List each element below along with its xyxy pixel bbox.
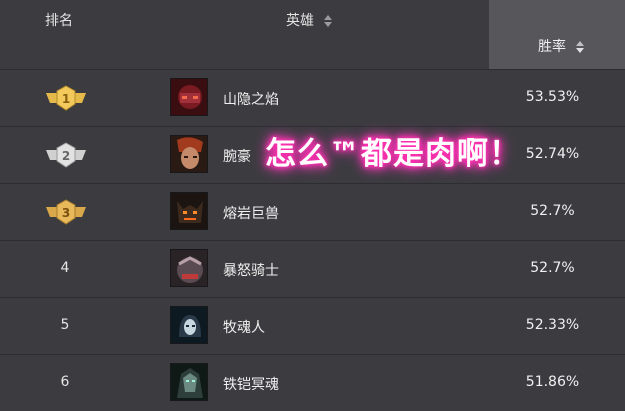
hero-name[interactable]: 腕豪 [223, 146, 251, 166]
rank-number: 4 [60, 260, 70, 276]
hero-name[interactable]: 暴怒骑士 [223, 260, 279, 280]
winrate-value: 53.53% [525, 89, 580, 105]
table-row[interactable]: 3 熔岩巨兽 52.7% [0, 184, 625, 241]
table-row[interactable]: 4 暴怒骑士 52.7% [0, 241, 625, 298]
meme-caption: 怎么™都是肉啊！ [265, 136, 521, 172]
hero-avatar[interactable] [170, 249, 208, 287]
winrate-column-header[interactable]: 胜率 [538, 36, 585, 56]
medal-rank-text: 1 [62, 92, 70, 106]
hero-avatar[interactable] [170, 192, 208, 230]
table-header: 排名 英雄 胜率 [0, 0, 625, 70]
winrate-value: 51.86% [525, 374, 580, 390]
hero-avatar[interactable] [170, 363, 208, 401]
winrate-value: 52.33% [525, 317, 580, 333]
hero-name[interactable]: 山隐之焰 [223, 89, 279, 109]
winrate-value: 52.7% [530, 203, 575, 219]
hero-avatar[interactable] [170, 306, 208, 344]
hero-avatar[interactable] [170, 135, 208, 173]
gold-medal-icon: 1 [46, 85, 86, 111]
winrate-column-label: 胜率 [538, 39, 566, 55]
hero-name[interactable]: 熔岩巨兽 [223, 203, 279, 223]
silver-medal-icon: 2 [46, 142, 86, 168]
bronze-medal-icon: 3 [46, 199, 86, 225]
winrate-value: 52.7% [530, 260, 575, 276]
hero-avatar[interactable] [170, 78, 208, 116]
hero-column-label: 英雄 [286, 13, 314, 29]
medal-rank-text: 3 [62, 206, 70, 220]
medal-rank-text: 2 [62, 149, 70, 163]
sort-icon[interactable] [324, 15, 333, 27]
hero-name[interactable]: 铁铠冥魂 [223, 374, 279, 394]
hero-column-header[interactable]: 英雄 [286, 10, 333, 30]
sort-desc-icon[interactable] [576, 41, 585, 53]
rank-column-header: 排名 [45, 13, 73, 29]
rank-number: 6 [60, 374, 70, 390]
table-row[interactable]: 5 牧魂人 52.33% [0, 298, 625, 355]
table-row[interactable]: 1 山隐之焰 53.53% [0, 70, 625, 127]
hero-name[interactable]: 牧魂人 [223, 317, 265, 337]
rank-number: 5 [60, 317, 70, 333]
hero-winrate-table: 排名 英雄 胜率 1 山隐之焰 53.53% 2 腕豪 52.74% 3 熔岩巨… [0, 0, 625, 403]
